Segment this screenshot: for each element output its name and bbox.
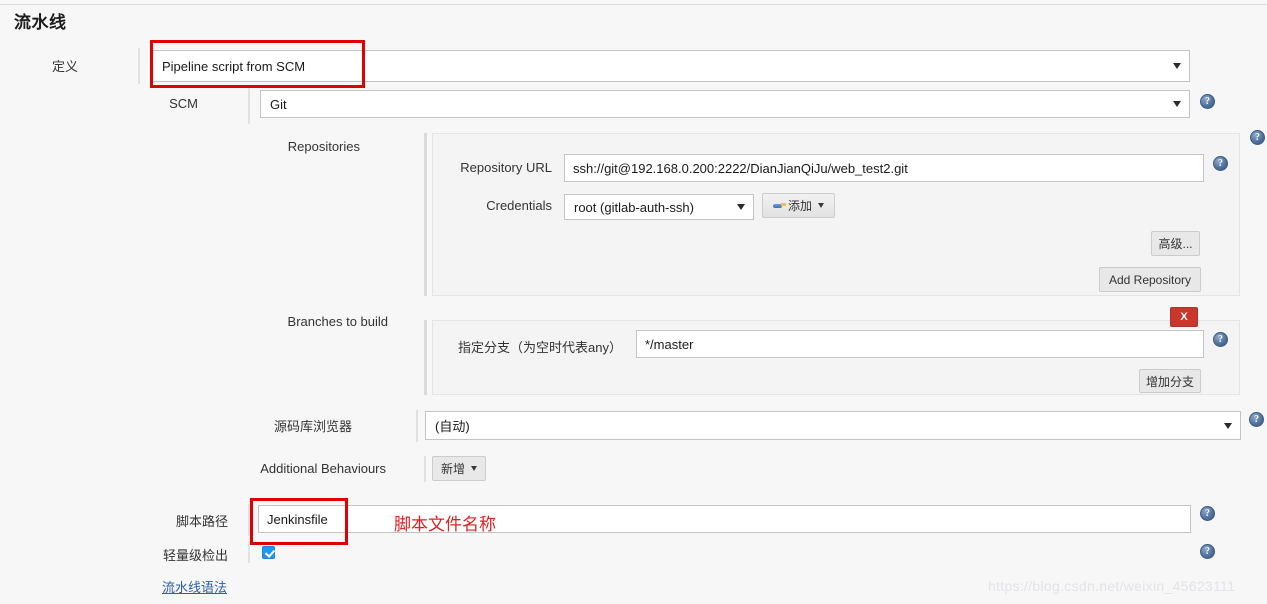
chevron-down-icon xyxy=(1173,63,1181,69)
definition-select-value: Pipeline script from SCM xyxy=(162,58,306,74)
credentials-label: Credentials xyxy=(486,198,552,213)
chevron-down-icon xyxy=(818,203,824,208)
additional-behaviours-label: Additional Behaviours xyxy=(260,461,386,476)
scm-label: SCM xyxy=(169,96,198,111)
branches-panel-bar xyxy=(424,320,427,395)
lightweight-checkout-label: 轻量级检出 xyxy=(162,548,228,563)
credentials-select-value: root (gitlab-auth-ssh) xyxy=(574,199,694,215)
page-title: 流水线 xyxy=(14,13,67,32)
repositories-panel-bar xyxy=(424,133,427,296)
scm-select[interactable]: Git xyxy=(260,90,1190,118)
pipeline-syntax-link[interactable]: 流水线语法 xyxy=(162,577,227,596)
advanced-button[interactable]: 高级... xyxy=(1151,231,1200,256)
chevron-down-icon xyxy=(737,204,745,210)
repo-browser-label: 源码库浏览器 xyxy=(273,419,352,434)
repo-browser-value: (自动) xyxy=(435,419,470,434)
additional-behaviours-add-button[interactable]: 新增 xyxy=(432,456,486,481)
credentials-select[interactable]: root (gitlab-auth-ssh) xyxy=(564,194,754,220)
script-path-label: 脚本路径 xyxy=(175,514,228,529)
scm-separator xyxy=(248,88,250,124)
repo-browser-select[interactable]: (自动) xyxy=(425,411,1241,440)
watermark: https://blog.csdn.net/weixin_45623111 xyxy=(988,578,1236,594)
add-branch-button[interactable]: 增加分支 xyxy=(1139,369,1201,393)
lightweight-checkout-help-icon[interactable]: ? xyxy=(1200,544,1215,559)
repository-url-value: ssh://git@192.168.0.200:2222/DianJianQiJ… xyxy=(573,160,908,176)
repo-browser-help-icon[interactable]: ? xyxy=(1249,412,1264,427)
definition-select[interactable]: Pipeline script from SCM xyxy=(152,50,1190,82)
add-repository-button[interactable]: Add Repository xyxy=(1099,267,1201,292)
chevron-down-icon xyxy=(471,466,478,471)
branch-specifier-input[interactable]: */master xyxy=(636,330,1204,358)
chevron-down-icon xyxy=(1173,101,1181,107)
scm-select-value: Git xyxy=(270,96,287,112)
pipeline-config-page: 流水线 定义 Pipeline script from SCM SCM Git … xyxy=(0,0,1267,604)
branch-specifier-help-icon[interactable]: ? xyxy=(1213,332,1228,347)
repository-url-input[interactable]: ssh://git@192.168.0.200:2222/DianJianQiJ… xyxy=(564,154,1204,182)
script-file-name-annotation: 脚本文件名称 xyxy=(394,515,496,535)
delete-branch-button[interactable]: X xyxy=(1170,307,1198,327)
additional-behaviours-separator xyxy=(424,456,426,482)
script-path-separator xyxy=(248,504,250,536)
repository-url-help-icon[interactable]: ? xyxy=(1213,156,1228,171)
top-divider xyxy=(0,4,1267,5)
branch-specifier-label: 指定分支（为空时代表any） xyxy=(458,340,622,355)
chevron-down-icon xyxy=(1224,422,1232,429)
branch-specifier-value: */master xyxy=(645,336,694,352)
repository-url-label: Repository URL xyxy=(460,160,552,175)
additional-behaviours-add-label: 新增 xyxy=(441,462,466,476)
definition-label: 定义 xyxy=(51,59,78,74)
script-path-value: Jenkinsfile xyxy=(267,511,328,527)
add-credentials-label: 添加 xyxy=(787,199,812,213)
lightweight-checkout-checkbox[interactable] xyxy=(262,546,275,559)
key-icon xyxy=(773,201,786,211)
lightweight-checkout-separator xyxy=(248,541,250,563)
branches-label: Branches to build xyxy=(287,314,388,329)
repositories-label: Repositories xyxy=(287,139,360,154)
scm-help-icon[interactable]: ? xyxy=(1200,94,1215,109)
repositories-help-icon[interactable]: ? xyxy=(1250,130,1265,145)
definition-separator xyxy=(138,48,140,84)
add-credentials-button[interactable]: 添加 xyxy=(762,193,835,218)
repo-browser-separator xyxy=(416,410,418,442)
script-path-help-icon[interactable]: ? xyxy=(1200,506,1215,521)
